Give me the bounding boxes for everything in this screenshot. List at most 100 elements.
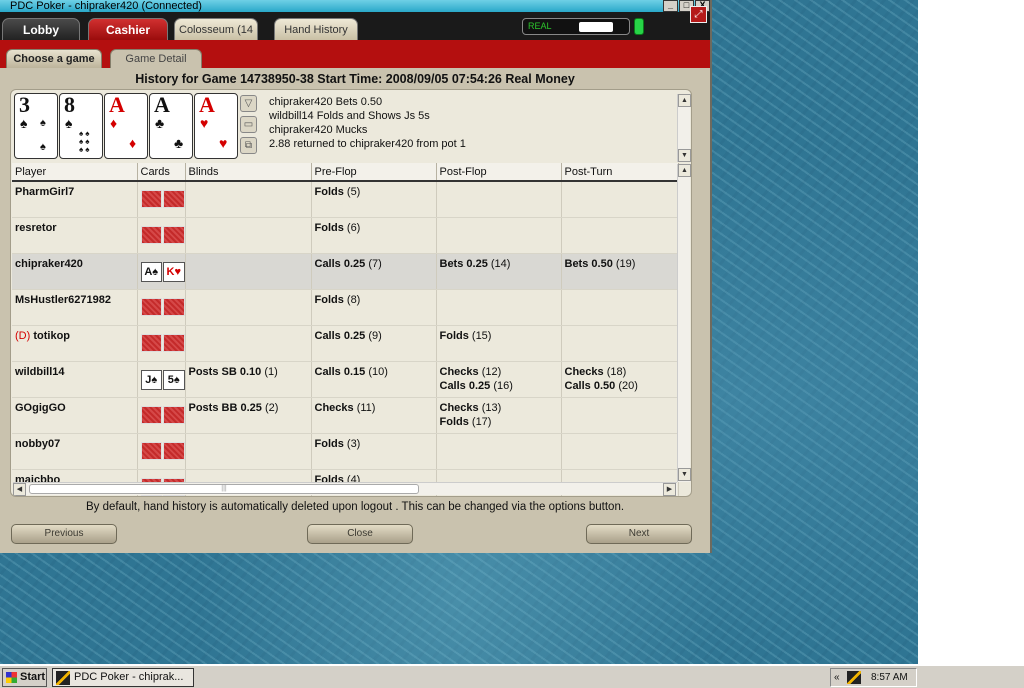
table-row-hero[interactable]: chipraker420 A♠ K♥ Calls 0.25 (7) Bets 0.… [12, 253, 679, 290]
heart-icon: ♥ [200, 115, 209, 131]
hole-card: J♠ [140, 369, 162, 390]
diamond-icon: ♦ [110, 115, 118, 131]
scroll-thumb[interactable]: ||| [29, 484, 419, 494]
taskbar-item-pdc-poker[interactable]: PDC Poker - chiprak... [52, 668, 194, 687]
card-back-icon [163, 441, 185, 460]
hidden-cards [140, 405, 185, 424]
spade-icon: ♠ [40, 141, 46, 153]
tab-hand-history[interactable]: Hand History [274, 18, 358, 40]
tab-choose-a-game[interactable]: Choose a game [6, 49, 102, 68]
action-order: (18) [606, 365, 627, 378]
table-row[interactable]: wildbill14 J♠ 5♠ Posts SB 0.10 (1) Calls … [12, 361, 679, 398]
scroll-right-icon[interactable]: ▶ [663, 483, 676, 496]
scroll-down-icon[interactable]: ▼ [678, 468, 691, 481]
scroll-up-icon[interactable]: ▲ [678, 94, 691, 107]
next-button[interactable]: Next [586, 524, 692, 544]
action-order: (13) [481, 401, 502, 414]
scroll-down-icon[interactable]: ▼ [678, 149, 691, 162]
player-name: chipraker420 [15, 257, 83, 270]
real-money-indicator: REAL [522, 18, 630, 35]
subnav-band [0, 40, 710, 68]
start-button[interactable]: Start [2, 668, 47, 687]
table-row[interactable]: MsHustler6271982 Folds (8) [12, 289, 679, 326]
window-titlebar[interactable]: PDC Poker - chipraker420 (Connected) _ □… [0, 0, 710, 12]
table-row[interactable]: (D) totikop Calls 0.25 (9) Folds (15) [12, 325, 679, 362]
card-back-icon [163, 333, 185, 352]
tab-cashier[interactable]: Cashier [88, 18, 168, 40]
hole-card: K♥ [163, 261, 185, 282]
windows-logo-icon [6, 672, 17, 683]
scroll-up-icon[interactable]: ▲ [678, 164, 691, 177]
previous-button[interactable]: Previous [11, 524, 117, 544]
dealer-marker: (D) [15, 329, 31, 342]
action-order: (12) [481, 365, 502, 378]
diamond-icon: ♦ [129, 135, 137, 151]
column-header[interactable]: Post-Turn [561, 163, 679, 182]
heart-icon: ♥ [219, 135, 228, 151]
taskbar-item-label: PDC Poker - chiprak... [74, 671, 184, 683]
action-order: (20) [618, 379, 638, 392]
column-header[interactable]: Blinds [185, 163, 312, 182]
poker-client-window: PDC Poker - chipraker420 (Connected) _ □… [0, 0, 712, 553]
action-order: (14) [490, 257, 511, 270]
action: Folds [314, 221, 344, 234]
player-name: MsHustler6271982 [15, 293, 112, 306]
card-back-icon [140, 297, 162, 316]
log-scrollbar[interactable]: ▲ ▼ [677, 94, 691, 162]
card-rank: A [199, 92, 215, 117]
table-horizontal-scrollbar[interactable]: ◀ ||| ▶ [13, 482, 677, 496]
hand-detail-panel: 3 ♠ ♠ ♠ 8 ♠ ♠♠ ♠♠ ♠♠ A ♦ ♦ A ♣ ♣ A ♥ ♥ ▽… [10, 89, 692, 497]
start-label: Start [20, 671, 46, 683]
tab-lobby[interactable]: Lobby [2, 18, 80, 40]
card-rank: 3 [19, 92, 30, 117]
clock: 8:57 AM [871, 672, 908, 683]
column-header[interactable]: Pre-Flop [311, 163, 437, 182]
action-order: (7) [368, 257, 382, 270]
tab-colosseum[interactable]: Colosseum (14 [174, 18, 258, 40]
table-vertical-scrollbar[interactable]: ▲ ▼ [677, 164, 691, 482]
spade-icon: ♠ [40, 117, 46, 129]
hidden-cards [140, 190, 185, 208]
column-header[interactable]: Player [12, 163, 138, 182]
action: Checks [564, 365, 604, 378]
pdc-poker-tray-icon[interactable] [847, 671, 861, 684]
close-button[interactable]: Close [307, 524, 413, 544]
action: Calls 0.50 [564, 379, 616, 392]
fullscreen-icon[interactable]: ⤢ [690, 6, 707, 23]
table-row[interactable]: PharmGirl7 Folds (5) [12, 181, 679, 218]
action-order: (3) [346, 437, 361, 450]
card-back-icon [140, 190, 162, 208]
board-card: A ♦ ♦ [104, 93, 148, 159]
action: Folds [439, 415, 469, 428]
action: Calls 0.25 [439, 379, 491, 392]
player-name: totikop [33, 329, 71, 342]
action: Folds [439, 329, 469, 342]
table-row[interactable]: resretor Folds (6) [12, 217, 679, 254]
action: Folds [314, 186, 344, 198]
action: Posts SB 0.10 [188, 365, 262, 378]
action-order: (15) [471, 329, 492, 342]
scroll-left-icon[interactable]: ◀ [13, 483, 26, 496]
replay-icon[interactable]: ▽ [240, 95, 257, 112]
connection-status-icon [634, 18, 644, 35]
shown-cards: J♠ 5♠ [140, 369, 185, 390]
hidden-cards [140, 297, 185, 316]
table-row[interactable]: GOgigGO Posts BB 0.25 (2) Checks (11) Ch… [12, 397, 679, 434]
copy-icon[interactable]: ⧉ [240, 137, 257, 154]
board-card: A ♣ ♣ [149, 93, 193, 159]
real-label: REAL [528, 21, 552, 31]
action-order: (10) [368, 365, 388, 378]
column-header[interactable]: Cards [137, 163, 186, 182]
tray-expand-icon[interactable]: « [834, 669, 840, 686]
action-order: (5) [346, 186, 361, 198]
chat-icon[interactable]: ▭ [240, 116, 257, 133]
action-order: (1) [264, 365, 278, 378]
card-back-icon [140, 333, 162, 352]
hidden-cards [140, 441, 185, 460]
tab-game-detail[interactable]: Game Detail [110, 49, 202, 68]
screen-margin [918, 0, 1024, 664]
board-card: A ♥ ♥ [194, 93, 238, 159]
table-row[interactable]: nobby07 Folds (3) [12, 433, 679, 470]
minimize-button[interactable]: _ [663, 0, 678, 12]
column-header[interactable]: Post-Flop [436, 163, 562, 182]
